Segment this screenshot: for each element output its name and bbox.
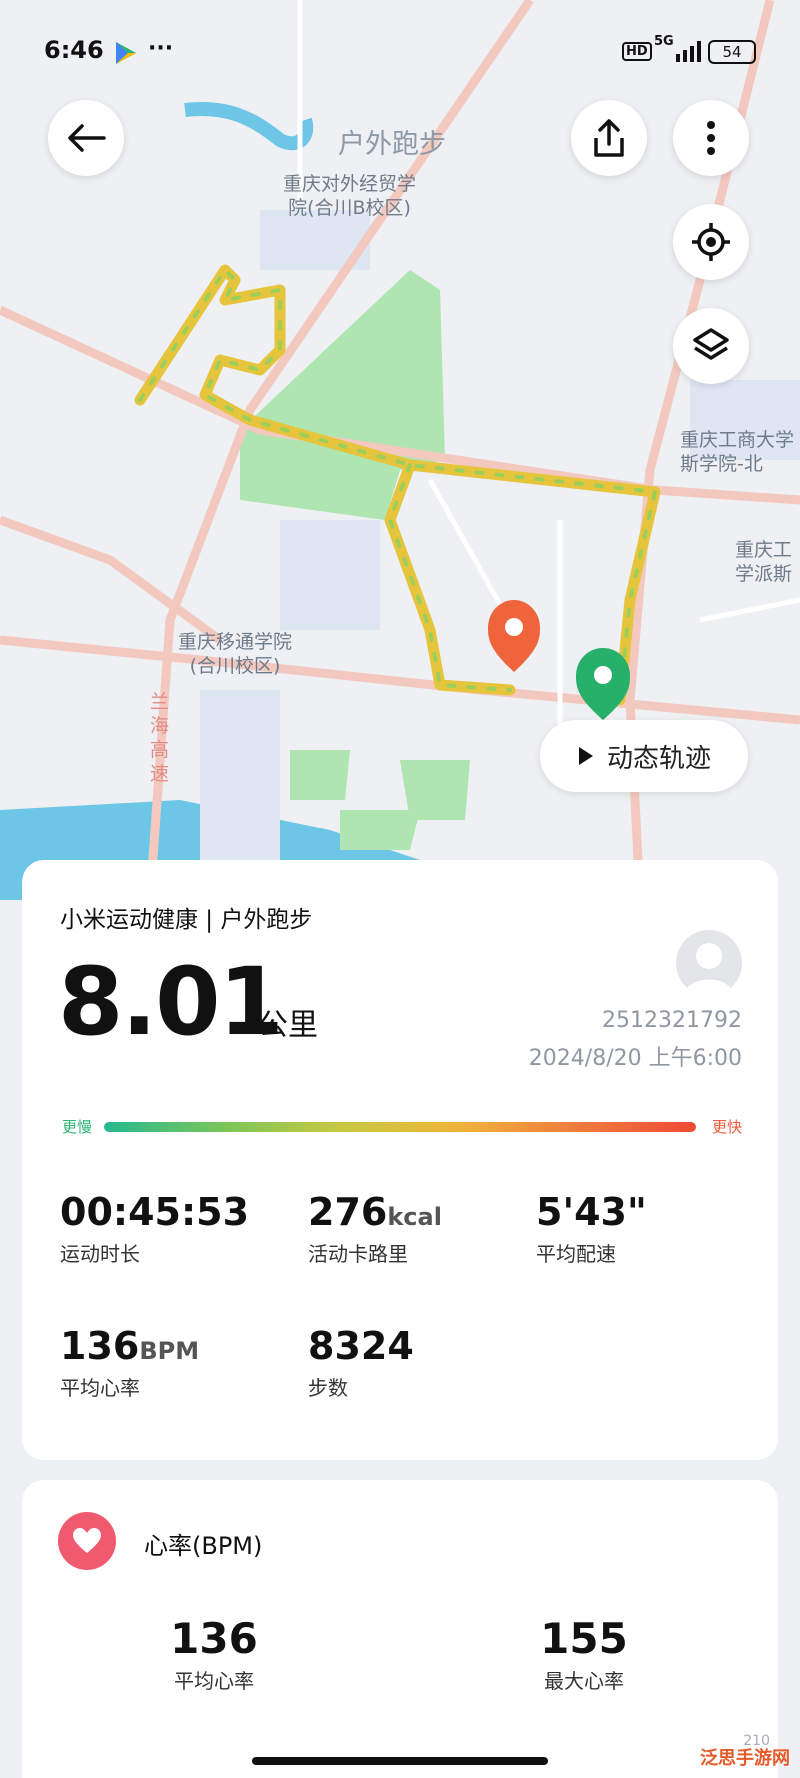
stat-value: 155 — [540, 1614, 628, 1663]
lake-water — [184, 102, 314, 151]
stat-value: 8324 — [308, 1324, 414, 1368]
stat-duration: 00:45:53 运动时长 — [60, 1190, 249, 1267]
summary-card: 小米运动健康 | 户外跑步 8.01 公里 2512321792 2024/8/… — [22, 860, 778, 1460]
activity-source: 小米运动健康 | 户外跑步 — [60, 907, 313, 933]
dynamic-track-button[interactable]: 动态轨迹 — [540, 720, 748, 792]
status-bar: 6:46 ··· HD 5G 54 — [0, 0, 800, 100]
user-id: 2512321792 — [602, 1008, 742, 1033]
avatar[interactable] — [676, 930, 742, 996]
more-button[interactable] — [673, 100, 749, 176]
heart-rate-avg: 136 平均心率 — [144, 1614, 284, 1694]
locate-button[interactable] — [673, 204, 749, 280]
share-button[interactable] — [571, 100, 647, 176]
stat-value: 136BPM — [60, 1324, 200, 1368]
stat-value: 5'43" — [536, 1190, 647, 1234]
map-label-ctbu: 重庆工商大学 斯学院-北 — [680, 429, 795, 475]
stat-label: 平均配速 — [536, 1242, 616, 1266]
end-pin[interactable] — [488, 600, 540, 672]
locate-icon — [692, 223, 730, 261]
pace-slow-label: 更慢 — [62, 1118, 93, 1136]
stat-pace: 5'43" 平均配速 — [536, 1190, 647, 1267]
play-icon — [578, 747, 593, 765]
back-button[interactable] — [48, 100, 124, 176]
stat-value: 276kcal — [308, 1190, 442, 1234]
stat-calories: 276kcal 活动卡路里 — [308, 1190, 442, 1267]
more-notifications-icon: ··· — [148, 36, 174, 61]
play-store-icon — [116, 42, 136, 64]
park-area — [240, 270, 445, 520]
map-label-school-b: 重庆对外经贸学 院(合川B校区) — [283, 173, 417, 219]
network-type: 5G — [654, 34, 674, 49]
pace-gradient-bar — [104, 1122, 696, 1132]
map-layers-button[interactable] — [673, 308, 749, 384]
heart-rate-card[interactable]: 心率(BPM) 136 平均心率 155 最大心率 — [22, 1480, 778, 1778]
stat-label: 运动时长 — [60, 1242, 140, 1266]
battery-icon: 54 — [708, 40, 756, 64]
hd-badge: HD — [622, 42, 652, 61]
watermark: 泛思手游网 — [700, 1748, 790, 1769]
stat-label: 步数 — [308, 1376, 348, 1400]
stat-label: 最大心率 — [544, 1669, 624, 1693]
stat-label: 平均心率 — [60, 1376, 140, 1400]
stat-value: 136 — [170, 1614, 258, 1663]
start-pin[interactable] — [576, 648, 630, 720]
heart-rate-max: 155 最大心率 — [514, 1614, 654, 1694]
stat-avg-heart-rate: 136BPM 平均心率 — [60, 1324, 199, 1401]
block — [200, 690, 280, 870]
activity-datetime: 2024/8/20 上午6:00 — [528, 1046, 742, 1071]
layers-icon — [693, 328, 729, 360]
heart-rate-title: 心率(BPM) — [144, 1532, 263, 1560]
stat-steps: 8324 步数 — [308, 1324, 414, 1401]
pace-fast-label: 更快 — [711, 1118, 742, 1136]
distance-unit: 公里 — [258, 1008, 318, 1043]
signal-icon — [676, 41, 701, 62]
dynamic-track-label: 动态轨迹 — [606, 743, 711, 774]
map-label-yitong: 重庆移通学院 (合川校区) — [178, 631, 293, 677]
status-time: 6:46 — [44, 36, 104, 64]
map-title: 户外跑步 — [338, 129, 446, 160]
block — [280, 520, 380, 630]
heart-icon — [73, 1528, 101, 1553]
stat-value: 00:45:53 — [60, 1190, 250, 1234]
map-label-gong: 重庆工 学派斯 — [735, 539, 793, 585]
heart-badge — [58, 1512, 116, 1570]
distance-value: 8.01 — [58, 948, 284, 1057]
map-label-highway: 兰 海 高 速 — [150, 691, 170, 785]
home-indicator[interactable] — [252, 1757, 548, 1765]
share-icon — [594, 119, 624, 157]
stat-label: 平均心率 — [174, 1669, 254, 1693]
more-icon — [707, 121, 715, 155]
stat-label: 活动卡路里 — [308, 1242, 408, 1266]
arrow-left-icon — [68, 124, 106, 152]
user-avatar-icon — [684, 943, 734, 996]
